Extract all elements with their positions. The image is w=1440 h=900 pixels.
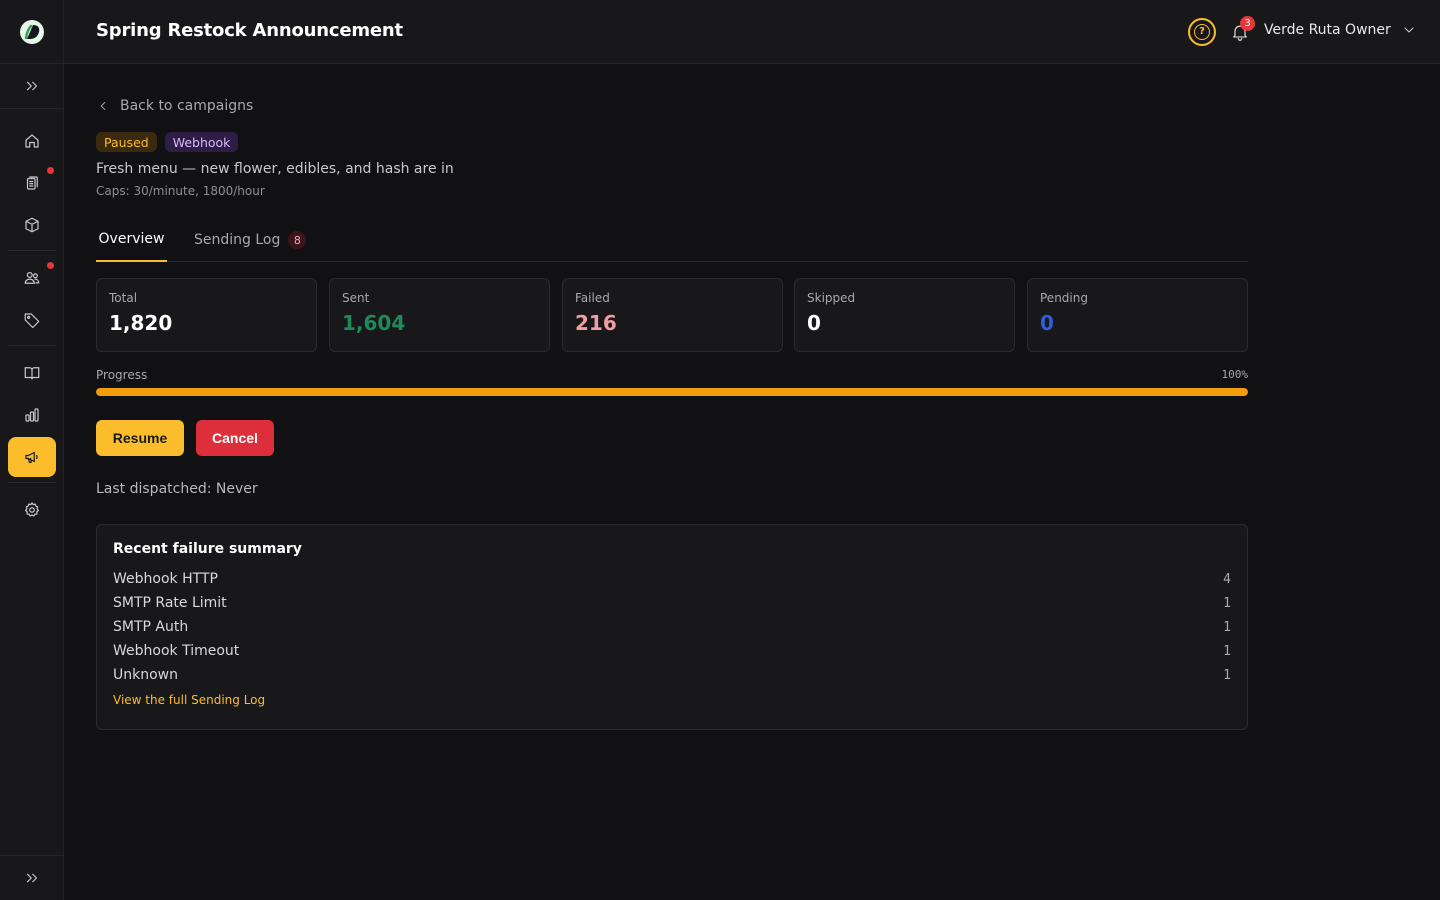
failure-count: 1: [1223, 595, 1231, 611]
sidebar-item-catalog[interactable]: [8, 353, 56, 393]
progress-percent: 100%: [1221, 368, 1249, 381]
sending-log-count-badge: 8: [288, 231, 307, 249]
failure-row: Webhook Timeout 1: [113, 639, 1231, 663]
stat-value: 1,604: [342, 311, 406, 335]
stat-card-pending: Pending 0: [1027, 278, 1248, 352]
sidebar-item-campaigns[interactable]: [8, 437, 56, 477]
tab-overview[interactable]: Overview: [96, 218, 167, 262]
users-icon: [24, 272, 40, 284]
app-logo[interactable]: [0, 0, 64, 64]
chevron-down-icon: [1404, 27, 1414, 33]
failure-summary-title: Recent failure summary: [113, 541, 302, 557]
sidebar-item-home[interactable]: [8, 121, 56, 161]
stat-card-total: Total 1,820: [96, 278, 317, 352]
sidebar-item-analytics[interactable]: [8, 395, 56, 435]
resume-button[interactable]: Resume: [96, 420, 184, 456]
last-dispatched: Last dispatched: Never: [96, 481, 258, 497]
stat-value: 0: [1040, 311, 1054, 335]
failure-row: SMTP Rate Limit 1: [113, 591, 1231, 615]
top-header: Spring Restock Announcement ? 3 Verde Ru…: [64, 0, 1440, 64]
channel-badge: Webhook: [164, 132, 239, 152]
campaign-subtitle: Fresh menu — new flower, edibles, and ha…: [96, 161, 454, 177]
clipboard-icon: [26, 176, 38, 190]
failure-reason: Webhook Timeout: [113, 643, 240, 659]
stat-value: 1,820: [109, 311, 173, 335]
stat-value: 0: [807, 311, 821, 335]
failure-reason: SMTP Auth: [113, 619, 189, 635]
stat-card-skipped: Skipped 0: [794, 278, 1015, 352]
failure-summary-card: Recent failure summary Webhook HTTP 4 SM…: [96, 524, 1248, 730]
failure-row: Unknown 1: [113, 663, 1231, 687]
sidebar-item-orders[interactable]: [8, 163, 56, 203]
gear-icon: [25, 502, 39, 517]
chevron-left-icon: [100, 102, 106, 110]
sidebar-item-settings[interactable]: [8, 490, 56, 530]
failure-row: SMTP Auth 1: [113, 615, 1231, 639]
failure-count: 1: [1223, 667, 1231, 683]
view-sending-log-link[interactable]: View the full Sending Log: [113, 693, 265, 707]
alert-dot: [47, 262, 54, 269]
home-icon: [25, 134, 39, 148]
back-link-label: Back to campaigns: [120, 98, 254, 114]
failure-row: Webhook HTTP 4: [113, 567, 1231, 591]
help-button[interactable]: ?: [1188, 18, 1216, 46]
stat-value: 216: [575, 311, 617, 335]
user-menu[interactable]: Verde Ruta Owner: [1264, 22, 1417, 38]
back-to-campaigns-link[interactable]: Back to campaigns: [96, 96, 253, 116]
question-icon: ?: [1194, 24, 1210, 40]
failure-reason: Unknown: [113, 667, 178, 683]
progress-bar: [96, 388, 1248, 396]
failure-count: 4: [1223, 571, 1231, 587]
divider: [8, 482, 56, 483]
sidebar-item-tags[interactable]: [8, 300, 56, 340]
sidebar-item-products[interactable]: [8, 205, 56, 245]
chevrons-right-icon: [26, 873, 38, 883]
campaign-caps: Caps: 30/minute, 1800/hour: [96, 184, 265, 198]
stat-card-failed: Failed 216: [562, 278, 783, 352]
tab-overview-label: Overview: [98, 231, 165, 247]
stat-label: Sent: [342, 291, 370, 305]
failure-reason: SMTP Rate Limit: [113, 595, 227, 611]
divider: [8, 250, 56, 251]
campaign-tabs: Overview Sending Log 8: [96, 218, 1248, 262]
sidebar-expand-button[interactable]: [0, 64, 64, 109]
failure-count: 1: [1223, 643, 1231, 659]
divider: [8, 345, 56, 346]
bar-chart-icon: [25, 408, 39, 422]
logo-mark-icon: [20, 19, 44, 44]
stat-label: Total: [109, 291, 138, 305]
status-badge: Paused: [96, 132, 157, 152]
failure-reason: Webhook HTTP: [113, 571, 218, 587]
failure-summary-list: Webhook HTTP 4 SMTP Rate Limit 1 SMTP Au…: [113, 567, 1231, 687]
book-icon: [24, 367, 40, 380]
stats-row: Total 1,820 Sent 1,604 Failed 216 Skippe…: [96, 278, 1248, 352]
tab-sending-log-label: Sending Log: [194, 232, 281, 248]
stat-card-sent: Sent 1,604: [329, 278, 550, 352]
campaign-badges: Paused Webhook: [96, 132, 239, 152]
alert-dot: [47, 167, 54, 174]
progress-bar-fill: [96, 388, 1248, 396]
sidebar-item-customers[interactable]: [8, 258, 56, 298]
tag-icon: [24, 313, 40, 329]
sidebar: [0, 0, 64, 900]
failure-count: 1: [1223, 619, 1231, 635]
user-name: Verde Ruta Owner: [1264, 22, 1391, 38]
box-icon: [25, 217, 39, 233]
cancel-button[interactable]: Cancel: [196, 420, 274, 456]
stat-label: Failed: [575, 291, 610, 305]
page-title: Spring Restock Announcement: [96, 20, 403, 41]
stat-label: Pending: [1040, 291, 1088, 305]
tab-sending-log[interactable]: Sending Log 8: [194, 218, 307, 262]
notification-count-badge: 3: [1240, 16, 1255, 31]
chevrons-right-icon: [26, 81, 38, 91]
stat-label: Skipped: [807, 291, 856, 305]
progress-label: Progress: [96, 368, 148, 382]
megaphone-icon: [25, 451, 38, 463]
sidebar-collapse-button[interactable]: [0, 855, 64, 900]
